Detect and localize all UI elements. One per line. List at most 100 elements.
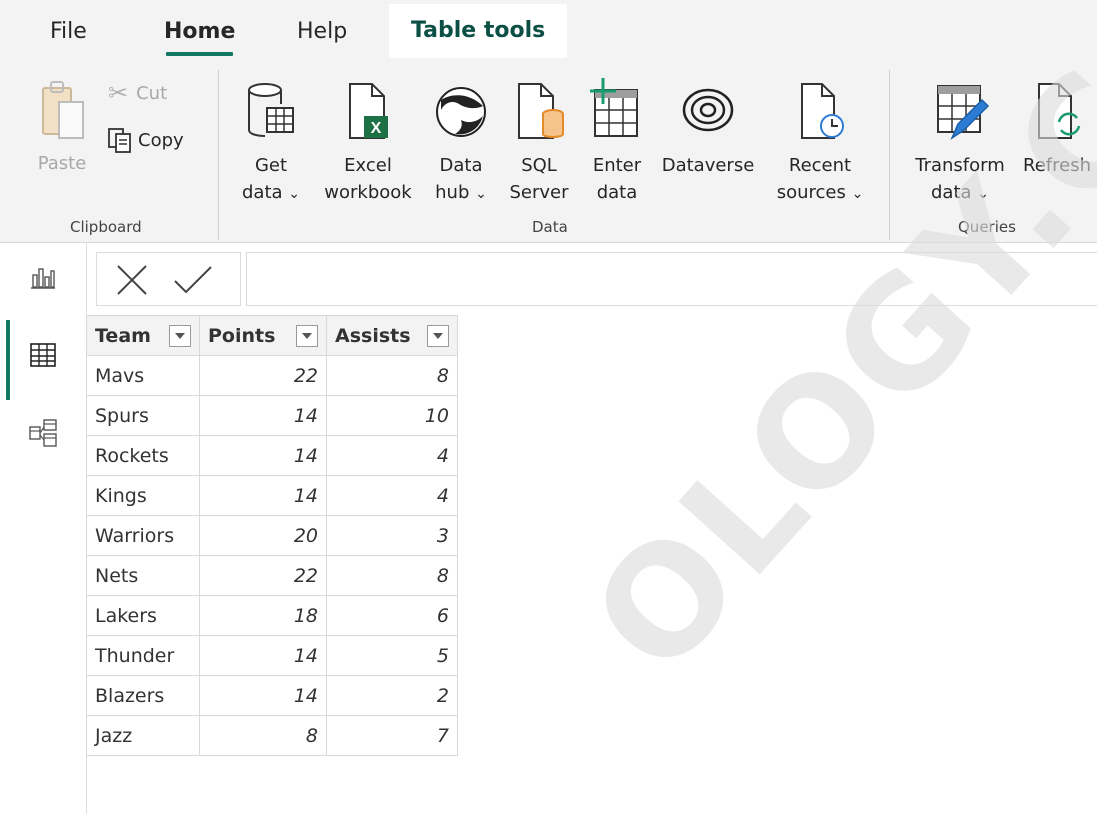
table-row: Kings 14 4 [86, 475, 458, 516]
sql-server-button[interactable]: SQL Server [504, 80, 574, 206]
tab-file[interactable]: File [50, 14, 87, 50]
table-cell[interactable]: Kings [86, 475, 200, 516]
table-cell[interactable]: 10 [326, 395, 458, 436]
group-separator [218, 70, 219, 240]
table-cell[interactable]: 6 [326, 595, 458, 636]
table-row: Nets 22 8 [86, 555, 458, 596]
table-cell[interactable]: 5 [326, 635, 458, 676]
copy-label: Copy [138, 129, 184, 151]
copy-button[interactable]: Copy [106, 124, 184, 156]
chevron-down-icon: ⌄ [851, 186, 864, 202]
table-cell[interactable]: 8 [326, 555, 458, 596]
svg-text:X: X [371, 120, 382, 137]
table-icon [30, 343, 56, 367]
table-cell[interactable]: Jazz [86, 715, 200, 756]
active-view-indicator [6, 320, 10, 400]
excel-icon: X [349, 83, 388, 139]
checkmark-icon [174, 266, 212, 294]
table-cell[interactable]: 14 [199, 675, 327, 716]
table-cell[interactable]: 14 [199, 435, 327, 476]
table-cell[interactable]: 22 [199, 555, 327, 596]
dataverse-button[interactable]: Dataverse [656, 80, 760, 179]
table-cell[interactable]: Lakers [86, 595, 200, 636]
table-row: Blazers 14 2 [86, 675, 458, 716]
cut-button[interactable]: ✂ Cut [108, 78, 167, 108]
tab-help[interactable]: Help [297, 14, 347, 50]
data-group-label: Data [532, 218, 568, 236]
dataverse-icon [682, 88, 734, 132]
formula-bar-buttons [96, 252, 241, 306]
table-cell[interactable]: 4 [326, 435, 458, 476]
paste-button[interactable]: Paste [32, 78, 92, 177]
get-data-button[interactable]: Get data ⌄ [236, 80, 306, 208]
table-cell[interactable]: 18 [199, 595, 327, 636]
table-cell[interactable]: Warriors [86, 515, 200, 556]
table-view-button[interactable] [30, 343, 56, 371]
filter-dropdown-icon[interactable] [296, 324, 318, 347]
table-cell[interactable]: 3 [326, 515, 458, 556]
table-row: Rockets 14 4 [86, 435, 458, 476]
table-cell[interactable]: 20 [199, 515, 327, 556]
data-hub-button[interactable]: Data hub ⌄ [428, 80, 494, 208]
cancel-formula-button[interactable] [115, 263, 149, 301]
excel-label-1: Excel [344, 155, 392, 176]
data-hub-icon [436, 87, 486, 137]
table-cell[interactable]: Thunder [86, 635, 200, 676]
clipboard-group-label: Clipboard [70, 218, 142, 236]
group-separator [889, 70, 890, 240]
table-cell[interactable]: Rockets [86, 435, 200, 476]
table-row: Thunder 14 5 [86, 635, 458, 676]
get-data-label-1: Get [254, 155, 288, 176]
table-row: Spurs 14 10 [86, 395, 458, 436]
table-row: Mavs 22 8 [86, 355, 458, 396]
table-cell[interactable]: 4 [326, 475, 458, 516]
table-cell[interactable]: 8 [326, 355, 458, 396]
table-cell[interactable]: 8 [199, 715, 327, 756]
enter-data-icon [590, 78, 638, 137]
bar-chart-icon [31, 268, 55, 289]
filter-dropdown-icon[interactable] [427, 324, 449, 347]
recent-sources-button[interactable]: Recent sources ⌄ [772, 80, 868, 208]
enter-data-button[interactable]: Enter data [582, 76, 652, 206]
enter-data-label-2: data [596, 182, 638, 203]
table-cell[interactable]: 14 [199, 395, 327, 436]
tab-table-tools[interactable]: Table tools [389, 4, 568, 58]
table-cell[interactable]: Mavs [86, 355, 200, 396]
column-header-points[interactable]: Points [199, 315, 327, 356]
paste-label: Paste [37, 153, 87, 174]
sql-label-2: Server [509, 182, 569, 203]
table-row: Jazz 8 7 [86, 715, 458, 756]
table-cell[interactable]: 7 [326, 715, 458, 756]
paste-icon [42, 81, 84, 139]
table-cell[interactable]: 2 [326, 675, 458, 716]
view-rail [0, 243, 87, 814]
table-cell[interactable]: Blazers [86, 675, 200, 716]
data-table: Team Points Assists Mavs 22 8 Spurs 14 10 Rock… [86, 315, 458, 756]
model-icon [29, 419, 57, 447]
ribbon-tabs: File Home Help Table tools [0, 0, 1097, 58]
close-icon [117, 265, 147, 295]
table-cell[interactable]: 22 [199, 355, 327, 396]
tab-home[interactable]: Home [164, 14, 235, 56]
get-data-label-2: data [241, 182, 283, 203]
data-hub-label-1: Data [439, 155, 483, 176]
excel-workbook-button[interactable]: X Excel workbook [318, 80, 418, 206]
table-cell[interactable]: Nets [86, 555, 200, 596]
sql-server-icon [518, 83, 564, 139]
model-view-button[interactable] [29, 419, 57, 451]
table-row: Warriors 20 3 [86, 515, 458, 556]
table-cell[interactable]: Spurs [86, 395, 200, 436]
report-view-button[interactable] [31, 265, 55, 293]
table-cell[interactable]: 14 [199, 635, 327, 676]
dataverse-label: Dataverse [661, 155, 755, 176]
column-header-assists[interactable]: Assists [326, 315, 458, 356]
filter-dropdown-icon[interactable] [169, 324, 191, 347]
excel-label-2: workbook [324, 182, 412, 203]
commit-formula-button[interactable] [173, 263, 213, 301]
table-cell[interactable]: 14 [199, 475, 327, 516]
cut-label: Cut [136, 82, 168, 104]
recent-sources-label-1: Recent [788, 155, 852, 176]
column-header-team[interactable]: Team [86, 315, 200, 356]
chevron-down-icon: ⌄ [288, 186, 300, 202]
database-icon [248, 83, 294, 137]
